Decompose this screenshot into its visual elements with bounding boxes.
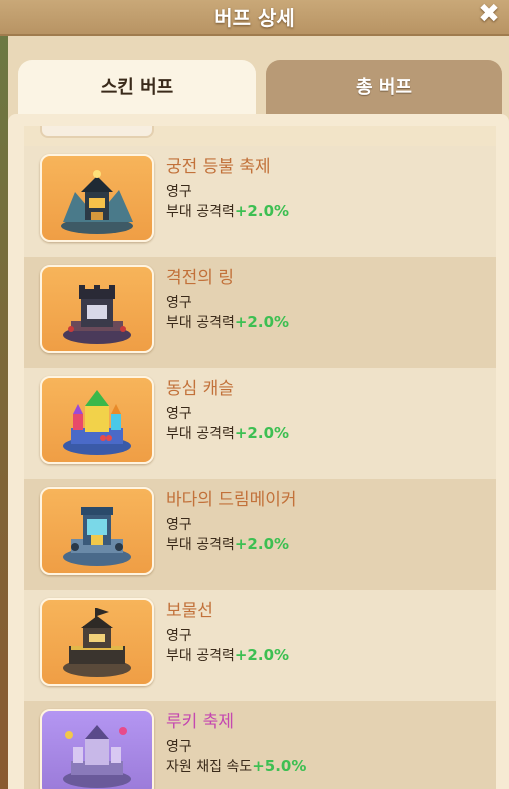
toy-castle-icon [63,390,131,455]
buff-effect-label: 부대 공격력 [166,204,235,220]
buff-thumbnail [40,598,154,686]
buff-row[interactable]: 바다의 드림메이커 영구 부대 공격력+2.0% [24,479,496,590]
buff-row[interactable]: 동심 캐슬 영구 부대 공격력+2.0% [24,368,496,479]
buff-name: 바다의 드림메이커 [166,490,297,510]
buff-effect: 부대 공격력+2.0% [166,534,289,554]
buff-effect: 자원 채집 속도+5.0% [166,756,306,776]
buff-bonus-value: +5.0% [252,757,307,775]
buff-duration: 영구 [166,628,192,644]
buff-thumbnail [40,376,154,464]
title-bar: 버프 상세 ✖ [0,0,509,36]
rookie-festival-castle-icon [63,725,131,788]
buff-name: 궁전 등불 축제 [166,157,271,177]
buff-duration: 영구 [166,184,192,200]
buff-bonus-value: +2.0% [234,535,290,553]
tab-total-buff[interactable]: 총 버프 [266,60,502,116]
buff-effect: 부대 공격력+2.0% [166,312,289,332]
buff-effect-label: 부대 공격력 [166,315,235,331]
buff-detail-panel: 스킨 버프 총 버프 궁전 등불 축제 영구 부대 공격력+2.0% 격전의 링… [8,36,509,789]
close-icon[interactable]: ✖ [477,1,501,27]
buff-thumbnail [40,709,154,789]
buff-effect: 부대 공격력+2.0% [166,645,289,665]
buff-row[interactable]: 보물선 영구 부대 공격력+2.0% [24,590,496,701]
buff-row[interactable]: 격전의 링 영구 부대 공격력+2.0% [24,257,496,368]
buff-row[interactable]: 궁전 등불 축제 영구 부대 공격력+2.0% [24,146,496,257]
sea-dreammaker-tower-icon [63,507,131,566]
buff-effect: 부대 공격력+2.0% [166,423,289,443]
buff-list-container[interactable]: 궁전 등불 축제 영구 부대 공격력+2.0% 격전의 링 영구 부대 공격력+… [8,114,509,789]
buff-duration: 영구 [166,739,192,755]
buff-bonus-value: +2.0% [234,202,290,220]
buff-effect-label: 부대 공격력 [166,426,235,442]
buff-duration: 영구 [166,295,192,311]
buff-duration: 영구 [166,406,192,422]
tab-skin-buff[interactable]: 스킨 버프 [18,60,256,116]
palace-lantern-building-icon [61,170,133,234]
buff-effect: 부대 공격력+2.0% [166,201,289,221]
window-title: 버프 상세 [214,6,295,30]
buff-thumbnail [40,487,154,575]
buff-bonus-value: +2.0% [234,313,290,331]
buff-name: 동심 캐슬 [166,379,234,399]
buff-bonus-value: +2.0% [234,424,290,442]
buff-thumbnail [40,154,154,242]
buff-name: 보물선 [166,601,213,621]
buff-duration: 영구 [166,517,192,533]
buff-thumbnail [40,265,154,353]
buff-effect-label: 부대 공격력 [166,648,235,664]
buff-name: 격전의 링 [166,268,234,288]
buff-effect-label: 부대 공격력 [166,537,235,553]
buff-name: 루키 축제 [166,712,234,732]
battle-ring-tower-icon [63,285,131,344]
buff-row[interactable]: 루키 축제 영구 자원 채집 속도+5.0% [24,701,496,789]
buff-bonus-value: +2.0% [234,646,290,664]
treasure-ship-icon [63,608,131,677]
buff-list: 궁전 등불 축제 영구 부대 공격력+2.0% 격전의 링 영구 부대 공격력+… [24,126,496,789]
previous-item-peek [24,126,496,146]
buff-effect-label: 자원 채집 속도 [166,759,253,775]
